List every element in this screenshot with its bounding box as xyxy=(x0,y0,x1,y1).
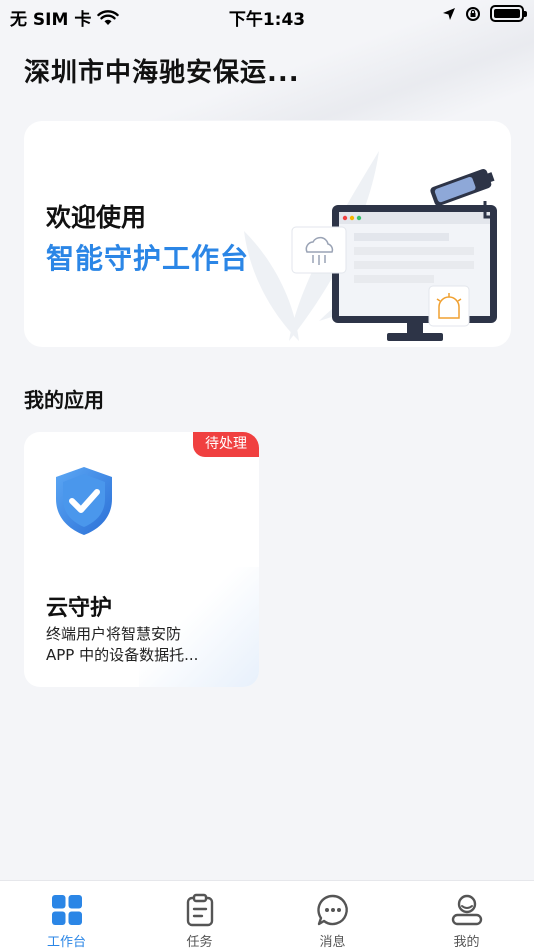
app-description-line1: 终端用户将智慧安防 xyxy=(46,625,182,643)
banner-workbench-title: 智能守护工作台 xyxy=(46,242,250,275)
status-bar: 无 SIM 卡 下午1:43 xyxy=(0,0,534,32)
location-arrow-icon xyxy=(443,7,455,20)
app-description: 终端用户将智慧安防 APP 中的设备数据托... xyxy=(46,624,246,666)
welcome-banner: 欢迎使用 智能守护工作台 xyxy=(24,121,511,347)
chat-bubble-icon xyxy=(316,894,348,926)
clipboard-icon xyxy=(186,893,213,927)
monitor-illustration xyxy=(244,151,497,341)
bottom-tab-bar: 工作台 任务 消息 我的 xyxy=(0,880,534,950)
status-right xyxy=(442,5,527,22)
user-profile-icon xyxy=(451,894,482,926)
tab-workbench-label: 工作台 xyxy=(46,935,86,950)
tab-me-label: 我的 xyxy=(453,935,480,950)
my-apps-section-title: 我的应用 xyxy=(24,388,104,412)
app-name: 云守护 xyxy=(46,596,113,621)
app-description-line2: APP 中的设备数据托... xyxy=(46,646,199,664)
grid-icon xyxy=(51,895,82,925)
tab-messages-label: 消息 xyxy=(319,935,346,950)
tab-workbench[interactable]: 工作台 xyxy=(0,881,133,950)
tab-tasks-label: 任务 xyxy=(186,935,213,950)
company-title[interactable]: 深圳市中海驰安保运... xyxy=(24,52,324,89)
shield-check-icon xyxy=(56,467,112,535)
tab-tasks[interactable]: 任务 xyxy=(133,881,266,950)
app-card-cloud-guard[interactable]: 待处理 云守护 终端用户将智慧安防 APP 中的设备数据托... xyxy=(24,432,259,687)
tab-messages[interactable]: 消息 xyxy=(266,881,399,950)
pending-badge: 待处理 xyxy=(193,432,259,457)
orientation-lock-icon xyxy=(466,6,480,21)
battery-icon xyxy=(490,5,527,22)
banner-welcome-text: 欢迎使用 xyxy=(46,203,147,232)
tab-me[interactable]: 我的 xyxy=(400,881,533,950)
